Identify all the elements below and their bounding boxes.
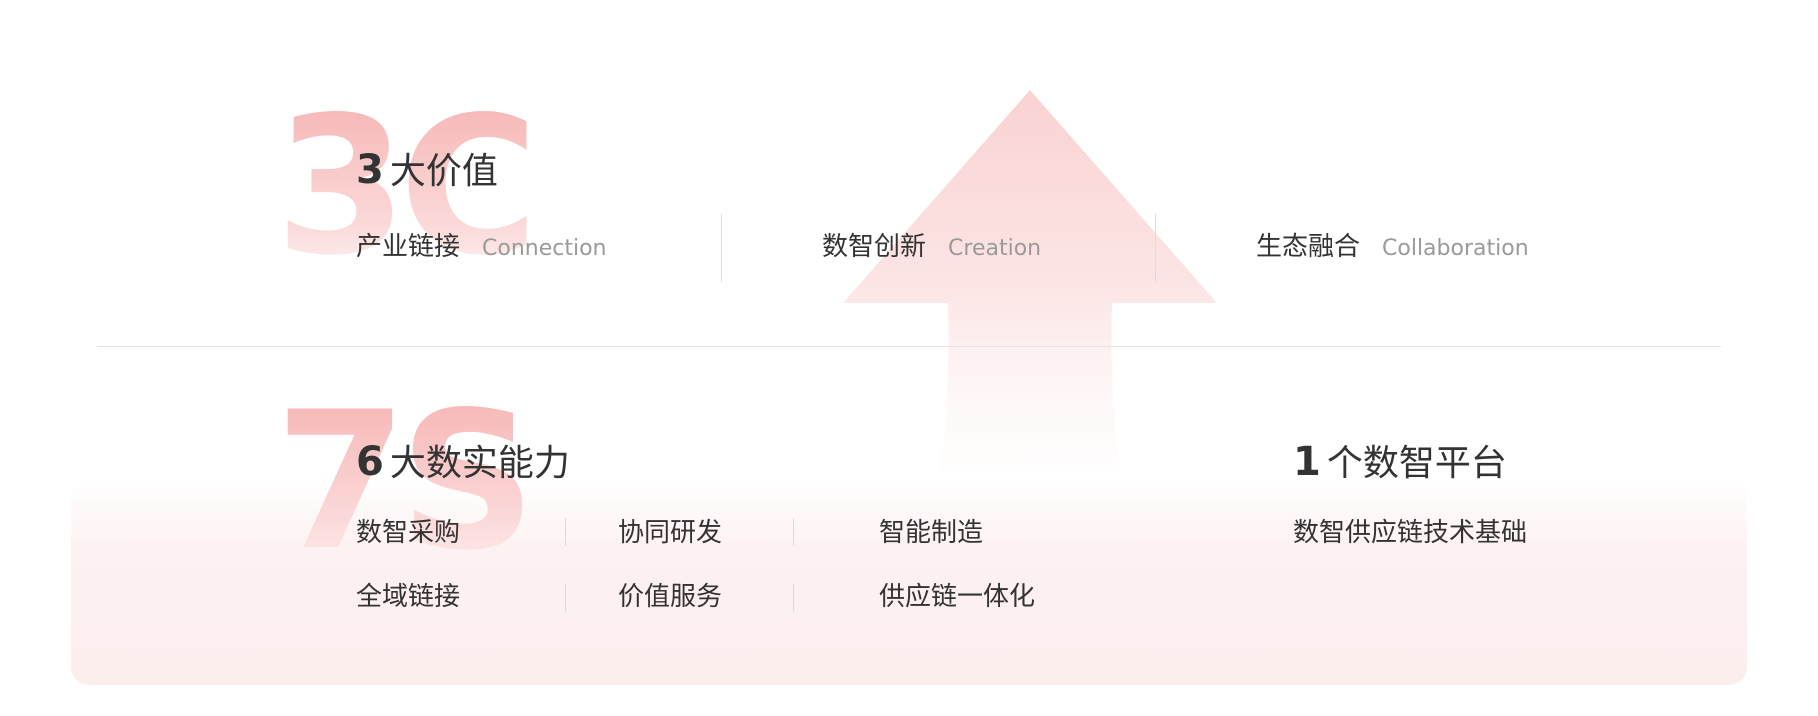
vertical-divider xyxy=(565,584,566,612)
value-item-cn: 数智创新 xyxy=(822,232,927,262)
capability-item: 价值服务 xyxy=(618,582,723,612)
section-divider xyxy=(97,346,1721,347)
up-arrow-graphic xyxy=(843,90,1217,530)
capabilities-heading: 6 大数实能力 xyxy=(356,442,570,482)
platform-heading-text: 个数智平台 xyxy=(1326,443,1507,484)
values-heading-number: 3 xyxy=(356,147,384,193)
values-heading: 3 大价值 xyxy=(356,150,498,190)
vertical-divider xyxy=(793,584,794,612)
value-framework-canvas: 3C 7S 3 大价值 产业链接 Connection 数智创新 Creation 生… xyxy=(0,0,1818,716)
platform-subtitle: 数智供应链技术基础 xyxy=(1293,518,1528,548)
capability-item: 智能制造 xyxy=(879,518,984,548)
value-item-collaboration: 生态融合 Collaboration xyxy=(1256,234,1529,260)
values-heading-text: 大价值 xyxy=(389,151,498,192)
value-item-cn: 生态融合 xyxy=(1256,232,1361,262)
vertical-divider xyxy=(1155,214,1156,282)
capabilities-heading-text: 大数实能力 xyxy=(389,443,570,484)
capability-item: 协同研发 xyxy=(618,518,723,548)
value-item-cn: 产业链接 xyxy=(356,232,461,262)
capability-item: 供应链一体化 xyxy=(879,582,1036,612)
vertical-divider xyxy=(793,518,794,546)
capability-item: 数智采购 xyxy=(356,518,461,548)
value-item-connection: 产业链接 Connection xyxy=(356,234,607,260)
capability-item: 全域链接 xyxy=(356,582,461,612)
value-item-creation: 数智创新 Creation xyxy=(822,234,1041,260)
platform-heading: 1 个数智平台 xyxy=(1293,442,1507,482)
vertical-divider xyxy=(565,518,566,546)
value-item-en: Connection xyxy=(482,236,607,261)
capabilities-heading-number: 6 xyxy=(356,439,384,485)
value-item-en: Collaboration xyxy=(1382,236,1529,261)
platform-heading-number: 1 xyxy=(1293,439,1321,485)
value-item-en: Creation xyxy=(948,236,1042,261)
vertical-divider xyxy=(721,214,722,282)
